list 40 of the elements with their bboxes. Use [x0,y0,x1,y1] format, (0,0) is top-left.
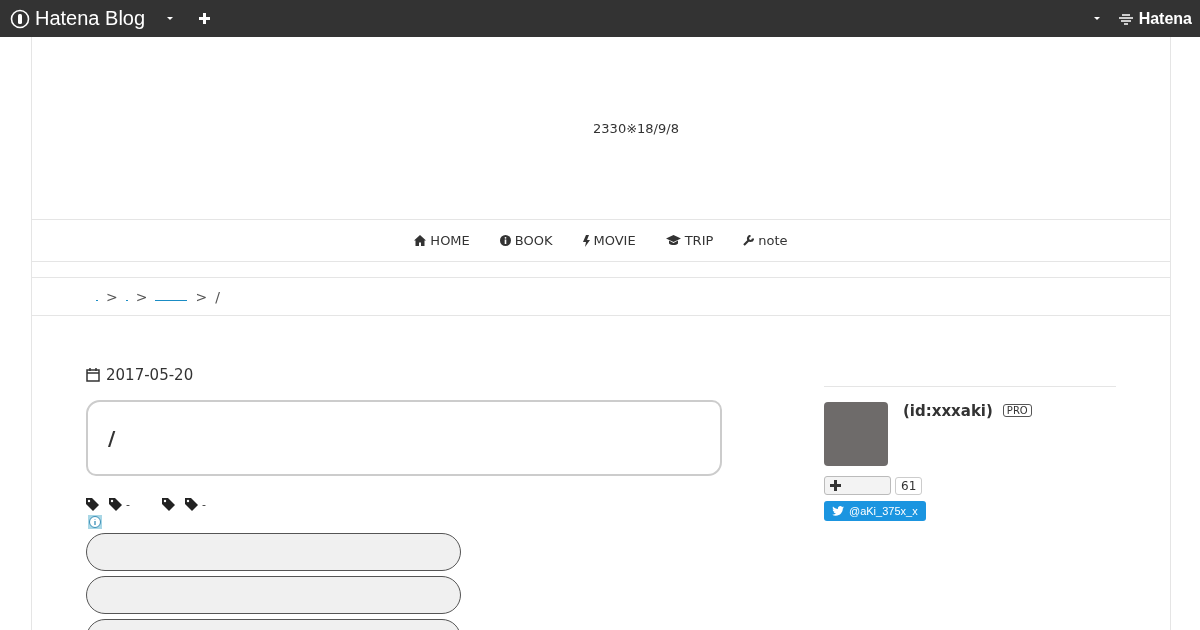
breadcrumb-separator: > [106,288,118,305]
photo-placeholder [824,402,888,466]
tag-label[interactable]: - [202,498,206,511]
entry-title: / [108,426,116,450]
entry-date: 2017-05-20 [106,366,194,384]
nav-link[interactable]: HOME [414,233,470,248]
nav-link[interactable]: TRIP [665,233,714,248]
profile-id: (id:xxxaki) [903,402,993,420]
hatena-brand-link[interactable]: Hatena [1138,9,1192,28]
tag-icon[interactable] [109,498,122,511]
wrench-icon [743,235,755,246]
home-icon [414,235,427,246]
tag-icon[interactable] [162,498,175,511]
tag-icon[interactable] [86,498,99,511]
subscribe-button[interactable] [824,476,891,495]
tag-icon[interactable] [185,498,198,511]
plus-icon [830,480,841,491]
nav-link[interactable]: MOVIE [582,233,636,248]
stripes-logo-icon [1117,12,1134,25]
blog-description: 2330※18/9/8 [593,120,679,136]
info-icon [499,235,511,246]
graduation-cap-icon [665,235,681,246]
caret-icon[interactable] [166,16,175,21]
tag-label[interactable]: - [126,498,130,511]
nav-link[interactable]: BOOK [499,233,553,248]
plus-icon[interactable] [199,13,211,24]
subscriber-count: 61 [895,476,923,495]
breadcrumb-separator: > [195,288,208,305]
calendar-icon [86,368,100,382]
lightning-icon [582,234,590,247]
pro-badge: PRO [1002,404,1032,417]
breadcrumb-current: / [215,288,220,305]
breadcrumb-separator: > [135,288,148,305]
bird-icon [832,506,844,516]
nav-link[interactable]: note [743,233,788,248]
blog-brand-link[interactable]: Hatena Blog [35,7,146,30]
caret-icon[interactable] [1092,16,1101,21]
share-button[interactable] [86,533,461,571]
share-button[interactable] [86,576,461,614]
logo-icon [10,8,30,29]
